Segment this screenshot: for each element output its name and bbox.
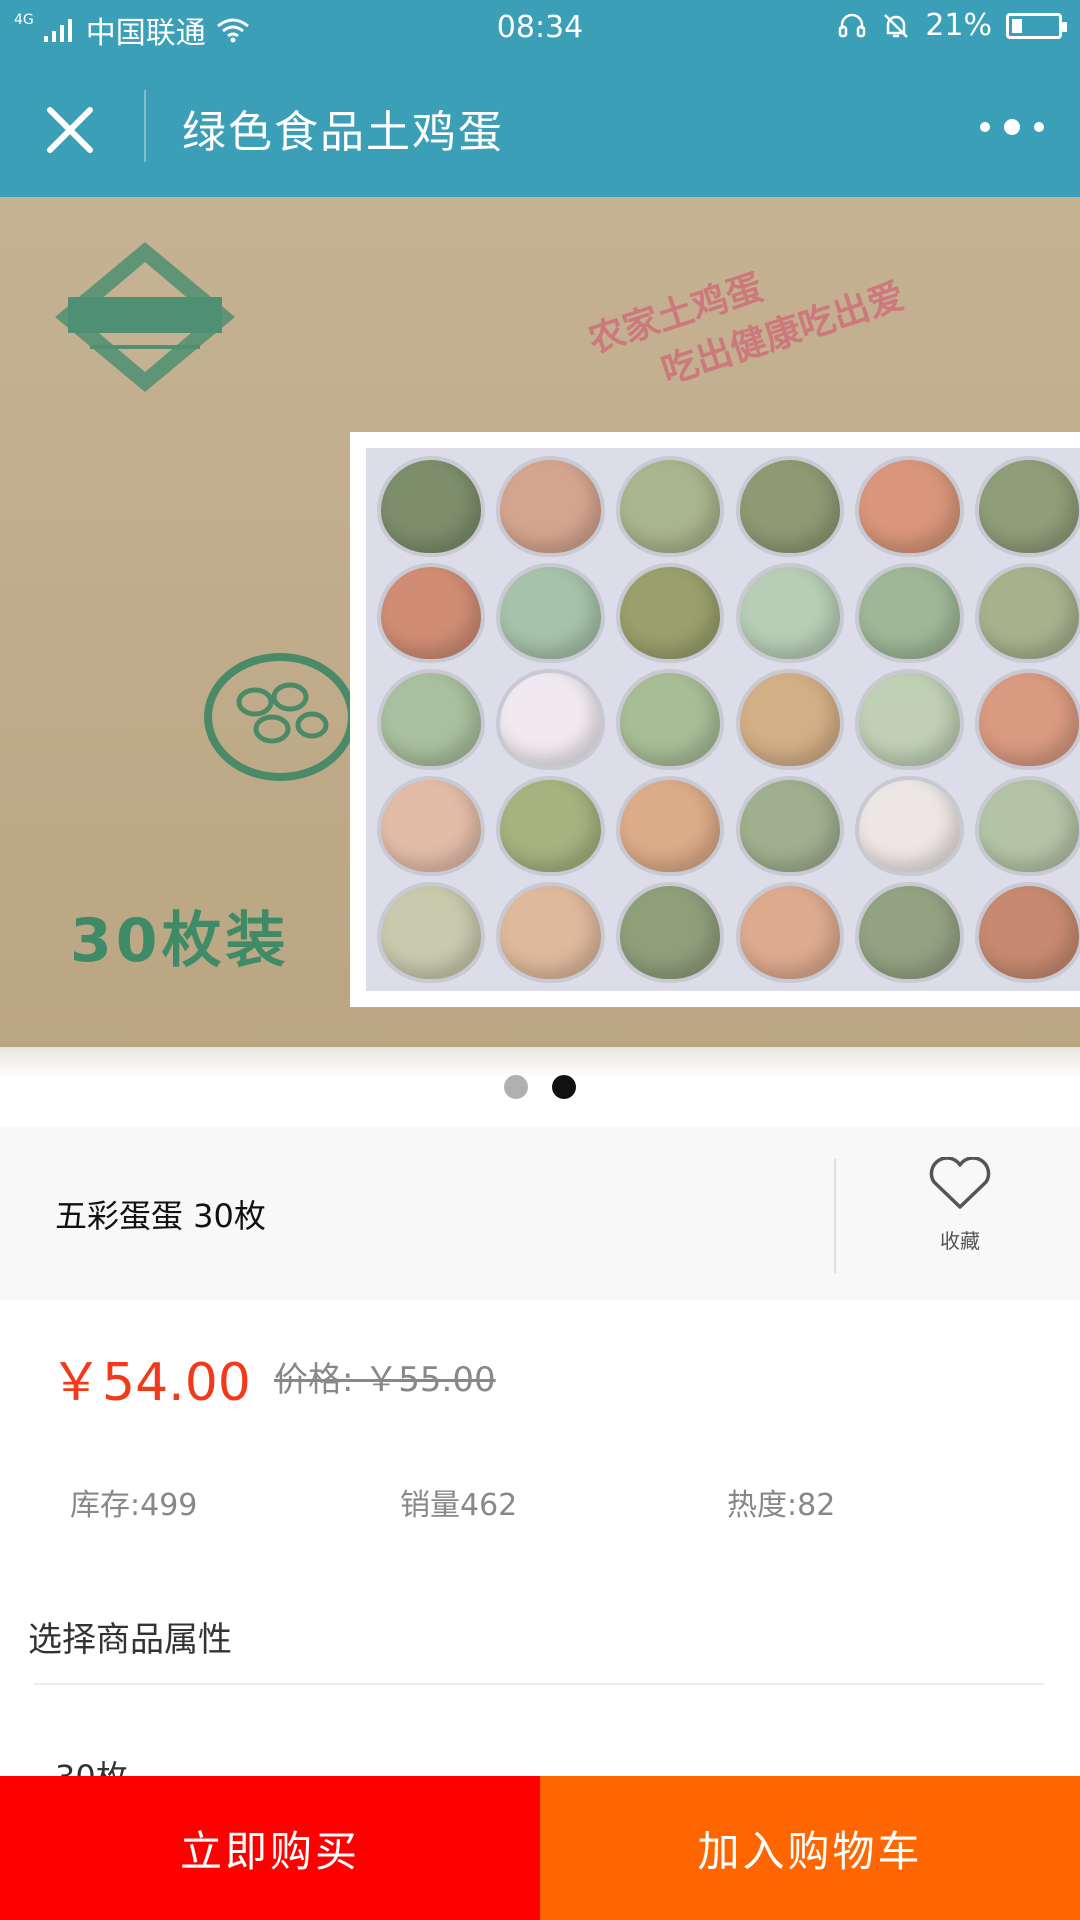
buy-now-button[interactable]: 立即购买 [0,1776,540,1920]
red-print-text: 农家土鸡蛋 吃出健康吃出爱 [582,197,1038,432]
sales-count: 销量462 [400,1488,518,1523]
carousel-dot-2[interactable] [552,1075,576,1099]
headset-icon [839,13,866,37]
egg [620,460,721,553]
status-right: 21% [837,8,1067,43]
box-count-label: 30枚装 [70,906,290,976]
egg [500,566,601,660]
price-row: ￥54.00 价格: ￥55.00 [0,1300,1080,1430]
original-price: 价格: ￥55.00 [274,1360,496,1400]
bottom-action-bar: 立即购买 加入购物车 [0,1776,1080,1920]
attributes-divider [34,1683,1044,1685]
egg [979,460,1080,553]
egg [620,673,721,766]
egg [859,886,960,979]
egg [859,673,960,766]
egg [380,460,481,553]
egg-tray-photo [350,432,1080,1007]
more-options-button[interactable] [980,112,1044,142]
battery-percent: 21% [925,8,992,43]
attributes-title: 选择商品属性 [28,1620,232,1660]
carousel-dot-1[interactable] [504,1075,528,1099]
egg-box-image: 农家土鸡蛋 吃出健康吃出爱 30枚装 [0,197,1080,1057]
header-divider [144,90,146,162]
egg [739,886,840,979]
egg [739,779,840,873]
egg [979,566,1080,660]
favorite-button[interactable]: 收藏 [900,1156,1020,1277]
egg [859,566,960,660]
egg [500,779,601,873]
product-name: 五彩蛋蛋 30枚 [55,1197,266,1235]
egg [979,886,1080,979]
egg [739,673,840,766]
egg [979,673,1080,766]
egg [739,566,840,660]
battery-icon [1006,12,1067,39]
egg [500,673,601,766]
close-button[interactable] [40,100,100,160]
egg [380,566,481,660]
carousel-indicator [0,1075,1080,1099]
bell-muted-icon [884,13,909,38]
page-title: 绿色食品土鸡蛋 [182,107,504,158]
egg-tray [366,448,1080,991]
heart-icon [929,1156,991,1209]
product-title-bar: 五彩蛋蛋 30枚 收藏 [0,1127,1080,1300]
product-image-carousel[interactable]: 农家土鸡蛋 吃出健康吃出爱 30枚装 [0,197,1080,1127]
egg [739,460,840,553]
vertical-divider [834,1159,836,1273]
favorite-label: 收藏 [940,1229,980,1253]
stock-count: 库存:499 [70,1488,198,1523]
egg [859,460,960,553]
egg [380,673,481,766]
egg [500,886,601,979]
header-bar: 绿色食品土鸡蛋 [0,56,1080,197]
egg [500,460,601,553]
egg [979,779,1080,873]
popularity-count: 热度:82 [727,1488,836,1523]
egg [380,886,481,979]
egg [620,566,721,660]
brand-logo-icon [55,242,235,392]
egg [620,886,721,979]
current-price: ￥54.00 [50,1353,251,1413]
add-to-cart-button[interactable]: 加入购物车 [540,1776,1080,1920]
egg-basket-icon [204,653,356,781]
egg [380,779,481,873]
status-bar: 4G 中国联通 08:34 21% [0,0,1080,56]
egg [620,779,721,873]
product-stats: 库存:499 销量462 热度:82 [0,1480,1080,1530]
egg [859,779,960,873]
